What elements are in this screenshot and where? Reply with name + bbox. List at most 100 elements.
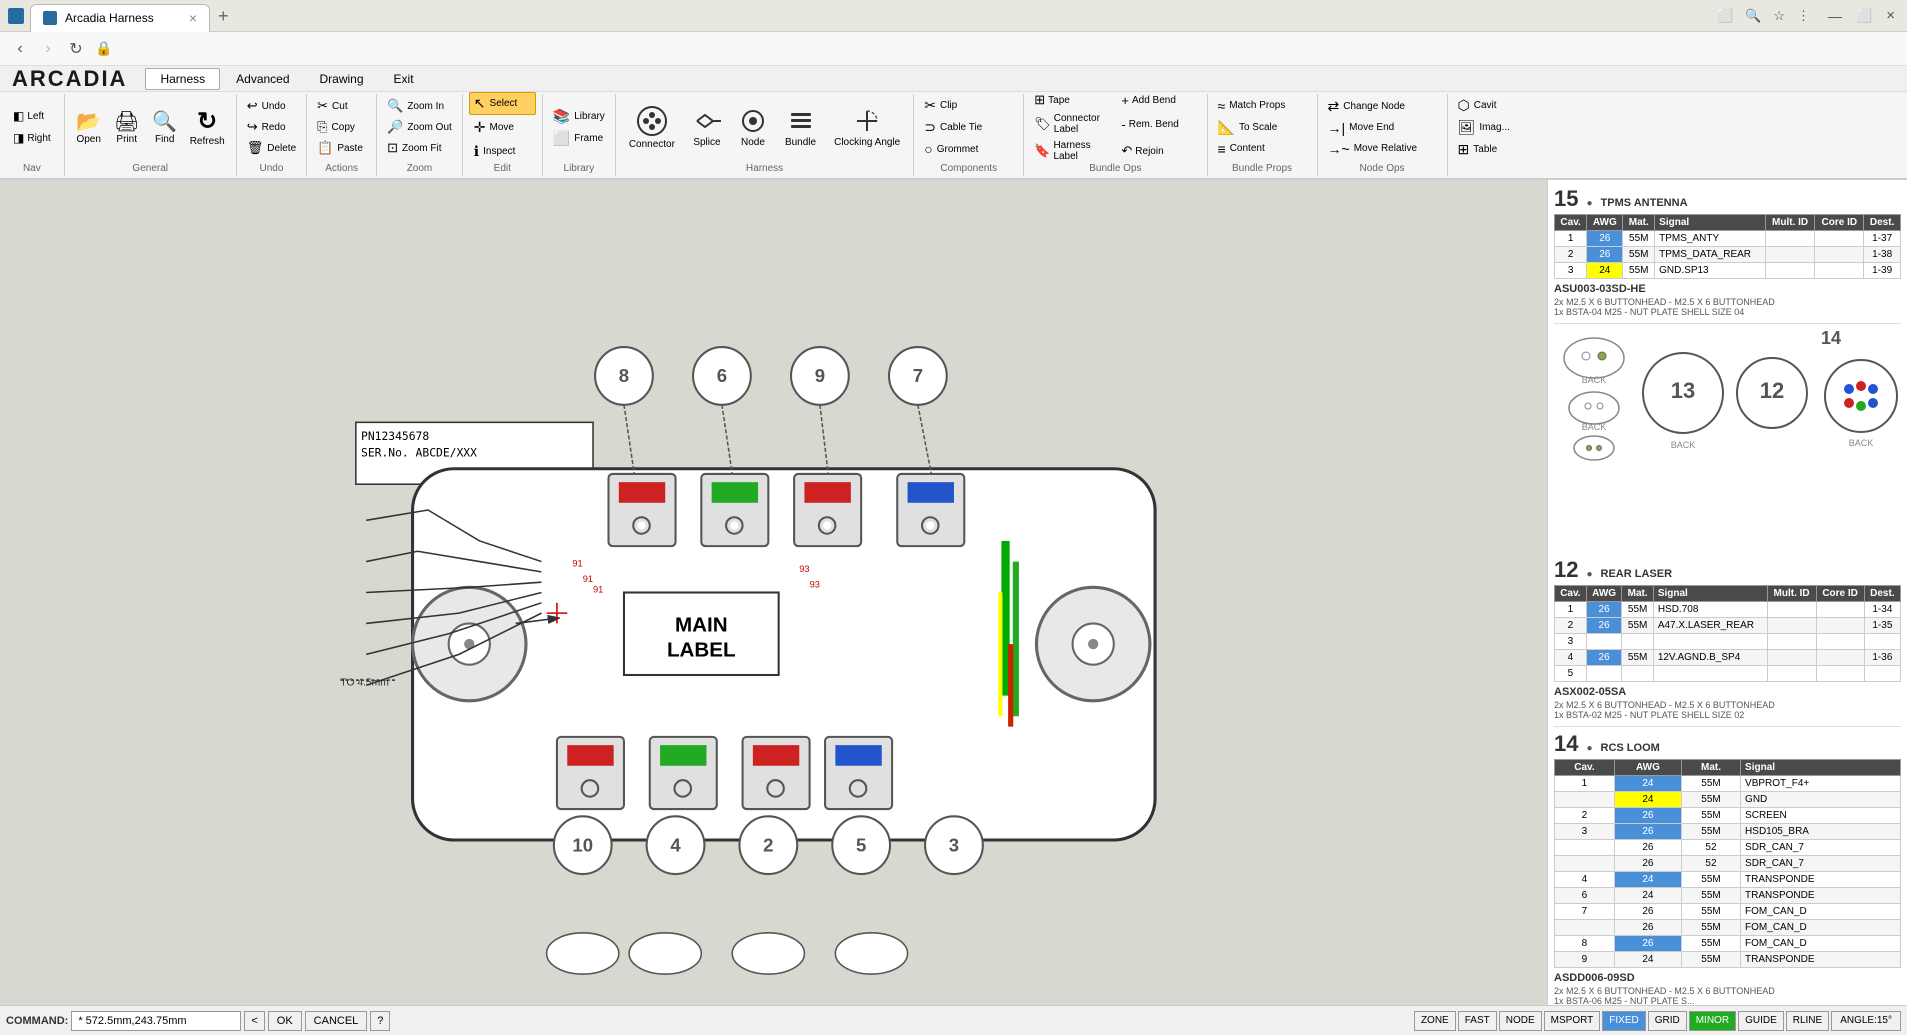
tape-btn[interactable]: ⊞Tape [1030, 92, 1113, 110]
svg-text:10: 10 [572, 834, 593, 855]
select-btn[interactable]: ↖Select [469, 92, 536, 115]
library-btn[interactable]: 📚Library [549, 106, 609, 127]
more-icon[interactable]: ⋮ [1797, 8, 1810, 24]
delete-btn[interactable]: 🗑Delete [243, 138, 300, 158]
forward-button[interactable]: › [36, 40, 60, 58]
zoom-in-btn[interactable]: 🔍Zoom In [383, 96, 456, 116]
svg-text:93: 93 [799, 564, 809, 574]
right-panel: 15 ● TPMS ANTENNA Cav. AWG Mat. Signal M… [1547, 180, 1907, 1005]
zoom-fit-btn[interactable]: ⊡Zoom Fit [383, 138, 456, 158]
toolbar-label-node-ops: Node Ops [1318, 163, 1447, 174]
reload-button[interactable]: ↻ [64, 39, 88, 59]
guide-btn[interactable]: GUIDE [1738, 1011, 1784, 1031]
connector-label-btn[interactable]: 🏷Connector Label [1030, 111, 1113, 137]
nav-right-btn[interactable]: ◨Right [8, 128, 56, 148]
cut-btn[interactable]: ✂Cut [313, 96, 370, 116]
add-bend-btn[interactable]: +Add Bend [1117, 92, 1200, 110]
help-button[interactable]: ? [370, 1011, 390, 1031]
cavit-btn[interactable]: ⬡Cavit [1454, 95, 1532, 116]
toolbar-label-harness: Harness [616, 163, 913, 174]
cancel-button[interactable]: CANCEL [305, 1011, 368, 1031]
statusbar: COMMAND: < OK CANCEL ? ZONE FAST NODE MS… [0, 1005, 1907, 1035]
msport-btn[interactable]: MSPORT [1544, 1011, 1601, 1031]
move-end-btn[interactable]: →|Move End [1324, 118, 1441, 138]
copy-btn[interactable]: ⎘Copy [313, 117, 370, 137]
clip-btn[interactable]: ✂Clip [920, 95, 1017, 116]
table-btn[interactable]: ⊞Table [1454, 139, 1532, 160]
less-button[interactable]: < [244, 1011, 264, 1031]
logo: ARCADIA [4, 66, 127, 92]
bundle-btn[interactable]: Bundle [778, 99, 823, 155]
star-icon[interactable]: ☆ [1773, 8, 1785, 24]
ok-button[interactable]: OK [268, 1011, 302, 1031]
command-label: COMMAND: [6, 1015, 68, 1027]
node-status-btn[interactable]: NODE [1499, 1011, 1542, 1031]
cast-icon[interactable]: ⬜ [1717, 8, 1733, 24]
maximize-icon[interactable]: ⬜ [1852, 8, 1876, 24]
rejoin-btn[interactable]: ↶Rejoin [1117, 138, 1200, 164]
menu-exit[interactable]: Exit [380, 69, 428, 89]
image-btn[interactable]: 🖼Imag... [1454, 117, 1532, 138]
command-input[interactable] [71, 1011, 241, 1031]
lock-button[interactable]: 🔒 [92, 40, 116, 57]
node-btn[interactable]: Node [732, 99, 774, 155]
menu-harness[interactable]: Harness [145, 68, 220, 90]
svg-text:3: 3 [949, 834, 959, 855]
print-btn[interactable]: 🖨Print [109, 106, 145, 148]
app-icon [8, 8, 24, 24]
find-btn[interactable]: 🔍Find [147, 106, 183, 148]
redo-btn[interactable]: ↪Redo [243, 117, 300, 137]
connector-12-pin: ● [1586, 569, 1592, 580]
content-btn[interactable]: ≡Content [1214, 139, 1311, 159]
tab-favicon [43, 11, 57, 25]
change-node-btn[interactable]: ⇄Change Node [1324, 96, 1441, 117]
drawing-canvas[interactable]: PN12345678 SER.No. ABCDE/XXX [0, 180, 1547, 1005]
rem-bend-btn[interactable]: -Rem. Bend [1117, 111, 1200, 137]
refresh-btn[interactable]: ↻Refresh [185, 104, 230, 150]
back-button[interactable]: ‹ [8, 40, 32, 58]
angle-btn[interactable]: ANGLE:15° [1831, 1011, 1901, 1031]
fast-btn[interactable]: FAST [1458, 1011, 1497, 1031]
undo-btn[interactable]: ↩Undo [243, 96, 300, 116]
match-props-btn[interactable]: ≈Match Props [1214, 96, 1311, 116]
connector-15-section: 15 ● TPMS ANTENNA Cav. AWG Mat. Signal M… [1554, 186, 1901, 317]
connector-15-table: Cav. AWG Mat. Signal Mult. ID Core ID De… [1554, 214, 1901, 279]
zone-btn[interactable]: ZONE [1414, 1011, 1456, 1031]
close-icon[interactable]: × [1882, 7, 1899, 24]
minimize-icon[interactable]: — [1824, 8, 1846, 24]
connector-12-part: ASX002-05SA [1554, 686, 1901, 698]
connector-14-detail-1: 1x BSTA-06 M25 - NUT PLATE S... [1554, 996, 1901, 1005]
splice-btn[interactable]: Splice [686, 99, 728, 155]
minor-btn[interactable]: MINOR [1689, 1011, 1736, 1031]
window-icons: ⬜ 🔍 ☆ ⋮ [1717, 8, 1810, 24]
frame-btn[interactable]: ⬜Frame [549, 128, 609, 149]
svg-text:5: 5 [856, 834, 866, 855]
browser-tab[interactable]: Arcadia Harness × [30, 4, 210, 32]
paste-btn[interactable]: 📋Paste [313, 138, 370, 158]
svg-text:91: 91 [572, 559, 582, 569]
grid-btn[interactable]: GRID [1648, 1011, 1687, 1031]
new-tab-button[interactable]: + [210, 7, 237, 25]
menu-advanced[interactable]: Advanced [222, 69, 303, 89]
to-scale-btn[interactable]: 📐To Scale [1214, 117, 1311, 138]
nav-left-btn[interactable]: ◧Left [8, 106, 56, 126]
rline-btn[interactable]: RLINE [1786, 1011, 1829, 1031]
fixed-btn[interactable]: FIXED [1602, 1011, 1645, 1031]
clocking-angle-btn[interactable]: Clocking Angle [827, 99, 907, 155]
connector-btn[interactable]: Connector [622, 99, 682, 155]
move-relative-btn[interactable]: →~Move Relative [1324, 139, 1441, 159]
zoom-out-btn[interactable]: 🔎Zoom Out [383, 117, 456, 137]
harness-label-btn[interactable]: 🔖Harness Label [1030, 138, 1113, 164]
node-12-area: 12 [1732, 328, 1812, 471]
cable-tie-btn[interactable]: ⊃Cable Tie [920, 117, 1017, 138]
tab-close-icon[interactable]: × [189, 10, 197, 26]
connector-12-title: REAR LASER [1601, 568, 1673, 580]
open-btn[interactable]: 📂Open [71, 106, 107, 148]
search-icon[interactable]: 🔍 [1745, 8, 1761, 24]
svg-text:6: 6 [717, 365, 727, 386]
move-btn[interactable]: ✛Move [469, 116, 536, 139]
menu-drawing[interactable]: Drawing [306, 69, 378, 89]
svg-text:LABEL: LABEL [667, 638, 736, 661]
grommet-btn[interactable]: ○Grommet [920, 139, 1017, 159]
inspect-btn[interactable]: ℹInspect [469, 140, 536, 163]
